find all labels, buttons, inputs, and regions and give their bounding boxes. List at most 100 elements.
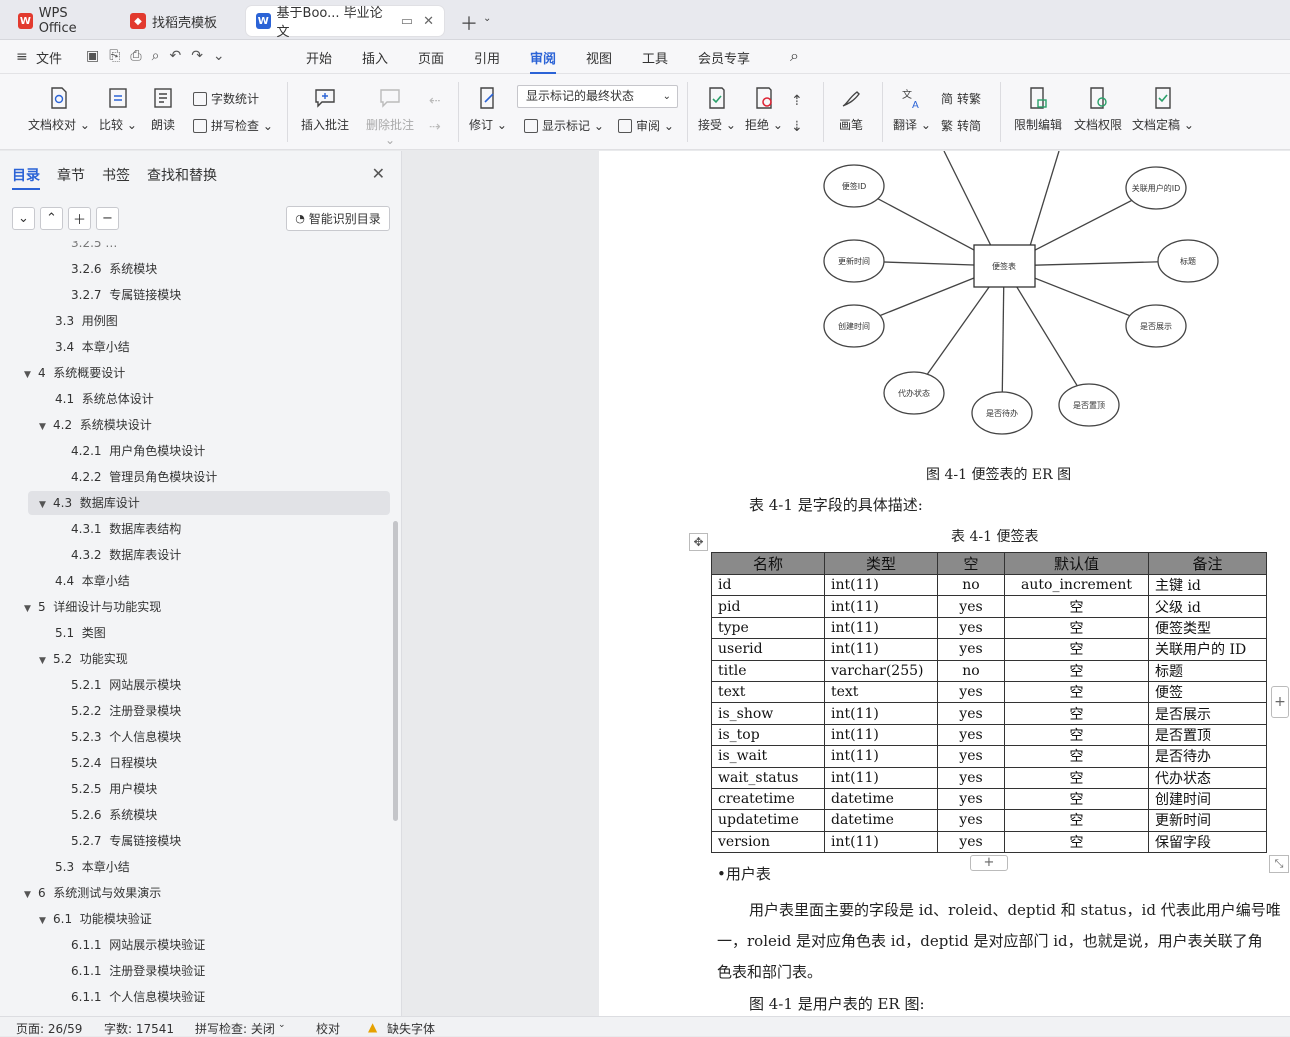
word-count-button[interactable]: 字数统计 bbox=[193, 90, 259, 107]
table-cell[interactable]: datetime bbox=[824, 809, 938, 832]
to-traditional-button[interactable]: 简转繁 bbox=[941, 90, 981, 107]
menu-view[interactable]: 视图 bbox=[586, 48, 612, 67]
prev-revision-icon[interactable]: ⇡ ⇣ bbox=[791, 88, 803, 140]
table-cell[interactable]: updatetime bbox=[711, 809, 825, 832]
toc-item[interactable]: 4.2.1 用户角色模块设计 bbox=[71, 439, 205, 463]
expand-arrow-icon[interactable]: ▼ bbox=[24, 597, 38, 621]
table-cell[interactable]: is_wait bbox=[711, 745, 825, 768]
toc-item[interactable]: 5.1 类图 bbox=[55, 621, 106, 645]
proof-status[interactable]: 校对 bbox=[316, 1020, 340, 1037]
revise-button[interactable]: 修订 ⌄ bbox=[468, 86, 508, 133]
table-cell[interactable]: int(11) bbox=[824, 723, 938, 747]
expand-icon[interactable]: ⌃ bbox=[40, 207, 63, 230]
word-count[interactable]: 字数: 17541 bbox=[104, 1020, 174, 1037]
chevron-down-icon[interactable]: ⌄ bbox=[483, 13, 491, 24]
table-cell[interactable]: version bbox=[711, 830, 825, 854]
toc-item[interactable]: ▼ 6 系统测试与效果演示 bbox=[24, 881, 161, 905]
table-cell[interactable]: text bbox=[824, 680, 938, 704]
translate-button[interactable]: 文A 翻译 ⌄ bbox=[892, 86, 932, 133]
table-cell[interactable]: 主键 id bbox=[1148, 573, 1267, 597]
table-cell[interactable]: title bbox=[711, 659, 825, 682]
table-cell[interactable]: pid bbox=[711, 595, 825, 618]
table-cell[interactable]: 空 bbox=[1004, 745, 1149, 768]
table-cell[interactable]: yes bbox=[937, 830, 1005, 854]
table-cell[interactable]: 空 bbox=[1004, 638, 1149, 661]
new-tab-icon[interactable]: ＋ bbox=[460, 10, 478, 36]
toc-item[interactable]: 5.2.6 系统模块 bbox=[71, 803, 157, 827]
table-cell[interactable]: int(11) bbox=[824, 745, 938, 768]
table-cell[interactable]: 更新时间 bbox=[1148, 809, 1267, 832]
table-cell[interactable]: 标题 bbox=[1148, 659, 1267, 682]
toc-item[interactable]: 4.3.2 数据库表设计 bbox=[71, 543, 181, 567]
toc-item[interactable]: 5.3 本章小结 bbox=[55, 855, 130, 879]
compare-button[interactable]: 比较 ⌄ bbox=[98, 86, 138, 133]
table-cell[interactable]: 空 bbox=[1004, 616, 1149, 640]
quick-access-icons[interactable]: ▣⎘⎙⌕↶↷⌄ bbox=[86, 48, 235, 64]
table-cell[interactable]: int(11) bbox=[824, 702, 938, 725]
insert-comment-button[interactable]: 插入批注 bbox=[298, 86, 352, 133]
page-indicator[interactable]: 页面: 26/59 bbox=[16, 1020, 82, 1037]
smart-toc-button[interactable]: ◔ 智能识别目录 bbox=[286, 206, 390, 231]
toc-item[interactable]: 3.2.7 专属链接模块 bbox=[71, 283, 181, 307]
spell-status[interactable]: 拼写检查: 关闭 bbox=[195, 1020, 275, 1037]
table-cell[interactable]: createtime bbox=[711, 787, 825, 811]
table-cell[interactable]: 父级 id bbox=[1148, 595, 1267, 618]
toc-item[interactable]: 3.2.6 系统模块 bbox=[71, 257, 157, 281]
table-cell[interactable]: 空 bbox=[1004, 830, 1149, 854]
table-cell[interactable]: 便签类型 bbox=[1148, 616, 1267, 640]
doc-finalize-button[interactable]: 文档定稿 ⌄ bbox=[1132, 86, 1194, 133]
spell-check-button[interactable]: 拼写检查 ⌄ bbox=[193, 117, 273, 134]
table-cell[interactable]: is_top bbox=[711, 723, 825, 747]
toc-item[interactable]: 5.2.2 注册登录模块 bbox=[71, 699, 181, 723]
table-cell[interactable]: int(11) bbox=[824, 595, 938, 618]
expand-arrow-icon[interactable]: ▼ bbox=[24, 883, 38, 907]
table-cell[interactable]: userid bbox=[711, 638, 825, 661]
restrict-edit-button[interactable]: 限制编辑 bbox=[1012, 86, 1064, 133]
to-simplified-button[interactable]: 繁转简 bbox=[941, 117, 981, 134]
close-tab-icon[interactable]: ✕ bbox=[423, 14, 434, 29]
table-cell[interactable]: int(11) bbox=[824, 830, 938, 854]
display-state-select[interactable]: 显示标记的最终状态 ⌄ bbox=[517, 85, 678, 108]
table-cell[interactable]: 关联用户的 ID bbox=[1148, 638, 1267, 661]
table-cell[interactable]: 保留字段 bbox=[1148, 830, 1267, 854]
toc-item[interactable]: 3.4 本章小结 bbox=[55, 335, 130, 359]
tab-wps-office[interactable]: W WPS Office bbox=[8, 6, 114, 36]
toc-item[interactable]: 6.1.1 网站展示模块验证 bbox=[71, 933, 205, 957]
table-cell[interactable]: yes bbox=[937, 702, 1005, 725]
toc-item[interactable]: ▼ 4 系统概要设计 bbox=[24, 361, 125, 385]
tab-toc[interactable]: 目录 bbox=[12, 165, 40, 190]
read-aloud-button[interactable]: 朗读 bbox=[146, 86, 180, 133]
table-cell[interactable]: text bbox=[711, 680, 825, 704]
expand-arrow-icon[interactable]: ▼ bbox=[39, 415, 53, 439]
table-cell[interactable]: 空 bbox=[1004, 595, 1149, 618]
window-icon[interactable]: ▭ bbox=[401, 14, 413, 29]
expand-arrow-icon[interactable]: ▼ bbox=[39, 649, 53, 673]
table-cell[interactable]: 空 bbox=[1004, 680, 1149, 704]
table-cell[interactable]: 是否置顶 bbox=[1148, 723, 1267, 747]
tab-chapter[interactable]: 章节 bbox=[57, 165, 85, 190]
missing-font-status[interactable]: 缺失字体 bbox=[387, 1020, 435, 1037]
tab-bookmark[interactable]: 书签 bbox=[102, 165, 130, 190]
table-cell[interactable]: int(11) bbox=[824, 766, 938, 789]
table-cell[interactable]: yes bbox=[937, 787, 1005, 811]
toc-item[interactable]: 4.1 系统总体设计 bbox=[55, 387, 154, 411]
toc-item[interactable]: 4.4 本章小结 bbox=[55, 569, 130, 593]
doc-permission-button[interactable]: 文档权限 bbox=[1072, 86, 1124, 133]
toc-item[interactable]: 4.2.2 管理员角色模块设计 bbox=[71, 465, 217, 489]
table-cell[interactable]: int(11) bbox=[824, 638, 938, 661]
close-icon[interactable]: ✕ bbox=[372, 164, 385, 183]
expand-arrow-icon[interactable]: ▼ bbox=[39, 493, 53, 517]
resize-handle-icon[interactable]: ⤡ bbox=[1269, 855, 1289, 873]
table-cell[interactable]: 空 bbox=[1004, 809, 1149, 832]
table-cell[interactable]: no bbox=[937, 659, 1005, 682]
table-cell[interactable]: 代办状态 bbox=[1148, 766, 1267, 789]
menu-reference[interactable]: 引用 bbox=[474, 48, 500, 67]
tab-find-replace[interactable]: 查找和替换 bbox=[147, 165, 217, 190]
toc-item[interactable]: 5.2.5 用户模块 bbox=[71, 777, 157, 801]
menu-file[interactable]: 文件 bbox=[36, 48, 62, 67]
menu-tools[interactable]: 工具 bbox=[642, 48, 668, 67]
pen-button[interactable]: 画笔 bbox=[834, 86, 868, 133]
sidebar-scrollbar[interactable] bbox=[393, 521, 398, 821]
table-cell[interactable]: no bbox=[937, 573, 1005, 597]
toc-item[interactable]: ▼ 6.1 功能模块验证 bbox=[39, 907, 152, 931]
